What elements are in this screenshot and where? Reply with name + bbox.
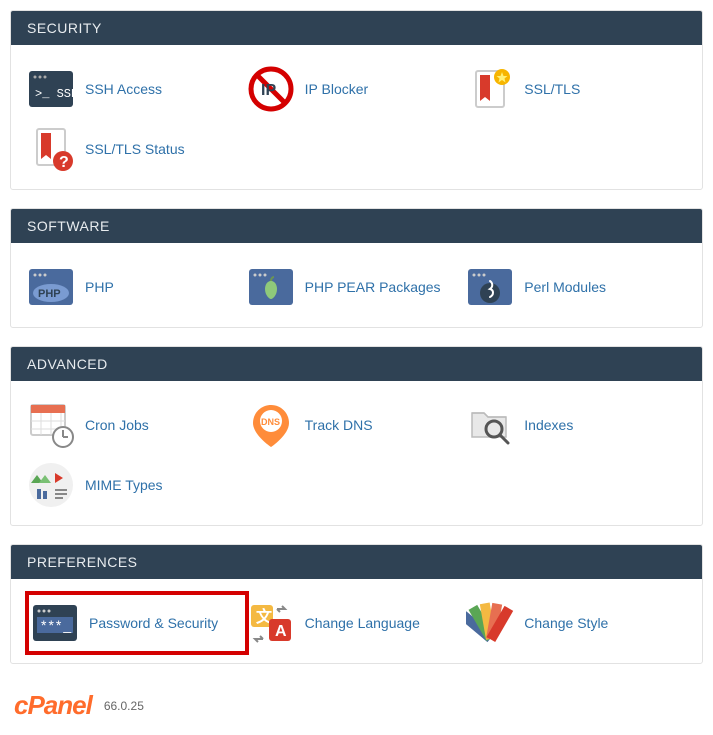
svg-text:A: A (275, 623, 287, 640)
ip-blocker-icon: IP (247, 65, 295, 113)
change-language-icon: 文 A (247, 599, 295, 647)
indexes-icon (466, 401, 514, 449)
indexes-label: Indexes (524, 417, 573, 433)
svg-text:***_: ***_ (41, 617, 73, 633)
password-security-item[interactable]: ***_ Password & Security (27, 593, 247, 653)
svg-text:PHP: PHP (38, 288, 61, 300)
preferences-panel: PREFERENCES ***_ Password & Security 文 A (10, 544, 703, 664)
cron-jobs-icon (27, 401, 75, 449)
software-body: PHP PHP PHP PEAR Packages (11, 243, 702, 327)
software-panel: SOFTWARE PHP PHP PH (10, 208, 703, 328)
password-security-label: Password & Security (89, 615, 218, 631)
ssl-tls-label: SSL/TLS (524, 81, 580, 97)
advanced-header[interactable]: ADVANCED (11, 347, 702, 381)
ssl-tls-status-label: SSL/TLS Status (85, 141, 185, 157)
ssh-access-icon: >_ SSH (27, 65, 75, 113)
svg-text:DNS: DNS (261, 417, 280, 427)
mime-types-label: MIME Types (85, 477, 163, 493)
perl-modules-label: Perl Modules (524, 279, 606, 295)
footer: cPanel 66.0.25 (10, 682, 703, 725)
ssl-tls-status-icon: ? (27, 125, 75, 173)
advanced-body: Cron Jobs DNS Track DNS Inde (11, 381, 702, 525)
indexes-item[interactable]: Indexes (466, 395, 686, 455)
change-style-icon (466, 599, 514, 647)
track-dns-label: Track DNS (305, 417, 373, 433)
software-header[interactable]: SOFTWARE (11, 209, 702, 243)
svg-text:>_ SSH: >_ SSH (35, 87, 75, 101)
change-style-item[interactable]: Change Style (466, 593, 686, 653)
change-style-label: Change Style (524, 615, 608, 631)
ssl-tls-item[interactable]: SSL/TLS (466, 59, 686, 119)
perl-modules-icon (466, 263, 514, 311)
track-dns-item[interactable]: DNS Track DNS (247, 395, 467, 455)
cron-jobs-label: Cron Jobs (85, 417, 149, 433)
php-pear-item[interactable]: PHP PEAR Packages (247, 257, 467, 317)
php-pear-label: PHP PEAR Packages (305, 279, 441, 295)
php-label: PHP (85, 279, 114, 295)
php-pear-icon (247, 263, 295, 311)
security-body: >_ SSH SSH Access IP IP Blocker (11, 45, 702, 189)
perl-modules-item[interactable]: Perl Modules (466, 257, 686, 317)
svg-text:?: ? (59, 154, 69, 171)
preferences-body: ***_ Password & Security 文 A Change Lang… (11, 579, 702, 663)
php-item[interactable]: PHP PHP (27, 257, 247, 317)
cron-jobs-item[interactable]: Cron Jobs (27, 395, 247, 455)
ip-blocker-item[interactable]: IP IP Blocker (247, 59, 467, 119)
change-language-label: Change Language (305, 615, 420, 631)
security-header[interactable]: SECURITY (11, 11, 702, 45)
php-icon: PHP (27, 263, 75, 311)
advanced-panel: ADVANCED Cron Jobs (10, 346, 703, 526)
change-language-item[interactable]: 文 A Change Language (247, 593, 467, 653)
preferences-header[interactable]: PREFERENCES (11, 545, 702, 579)
ssl-tls-icon (466, 65, 514, 113)
cpanel-version: 66.0.25 (104, 699, 144, 713)
svg-text:IP: IP (261, 82, 276, 99)
security-panel: SECURITY >_ SSH SSH Access IP IP Blocker (10, 10, 703, 190)
mime-types-item[interactable]: MIME Types (27, 455, 247, 515)
ip-blocker-label: IP Blocker (305, 81, 369, 97)
password-security-icon: ***_ (31, 599, 79, 647)
ssh-access-item[interactable]: >_ SSH SSH Access (27, 59, 247, 119)
track-dns-icon: DNS (247, 401, 295, 449)
ssl-tls-status-item[interactable]: ? SSL/TLS Status (27, 119, 247, 179)
ssh-access-label: SSH Access (85, 81, 162, 97)
mime-types-icon (27, 461, 75, 509)
